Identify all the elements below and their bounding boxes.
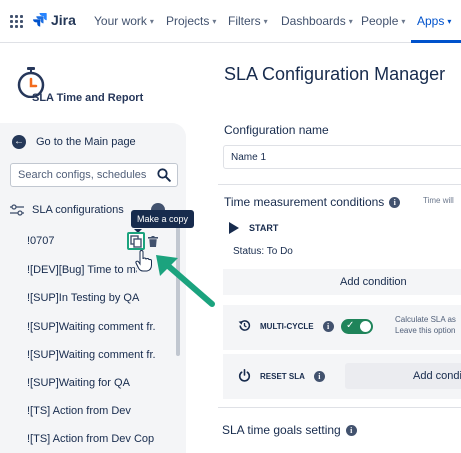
config-item[interactable]: ![DEV][Bug] Time to mark xyxy=(27,264,137,276)
nav-label: Apps xyxy=(417,14,445,28)
active-nav-indicator xyxy=(411,40,461,43)
nav-projects[interactable]: Projects ▾ xyxy=(166,14,216,28)
app-name: SLA Time and Report xyxy=(32,92,144,104)
add-condition-button[interactable]: Add condition xyxy=(340,276,407,288)
jira-logo[interactable]: Jira xyxy=(33,12,76,28)
start-label: START xyxy=(249,223,279,233)
power-icon xyxy=(238,369,251,382)
config-item[interactable]: ![SUP]Waiting comment fr... xyxy=(27,349,155,361)
check-icon: ✓ xyxy=(346,320,355,331)
nav-label: Filters xyxy=(228,14,261,28)
chevron-down-icon: ▾ xyxy=(401,16,406,26)
product-name: Jira xyxy=(51,12,76,28)
arrow-left-icon: ← xyxy=(12,135,26,149)
time-will-text: Time will xyxy=(423,196,454,205)
chevron-down-icon: ▾ xyxy=(263,16,268,26)
chevron-down-icon: ▾ xyxy=(348,16,353,26)
time-conditions-label: Time measurement conditions xyxy=(224,195,385,209)
config-item[interactable]: ![SUP]In Testing by QA xyxy=(27,292,155,304)
chevron-down-icon: ▾ xyxy=(447,16,452,26)
chevron-down-icon: ▾ xyxy=(212,16,217,26)
top-navigation: Jira Your work ▾ Projects ▾ Filters ▾ Dashb… xyxy=(0,0,461,43)
start-condition-status: Status: To Do xyxy=(233,246,293,257)
jira-icon xyxy=(33,13,47,27)
copy-icon xyxy=(130,235,142,248)
back-to-main-link[interactable]: ← Go to the Main page xyxy=(12,135,136,149)
config-item[interactable]: ![TS] Action from Dev Cop... xyxy=(27,433,155,445)
start-row[interactable]: START xyxy=(229,222,278,234)
goals-header: SLA time goals setting i xyxy=(222,423,357,437)
info-icon[interactable]: i xyxy=(389,196,401,208)
sla-configurations-header: SLA configurations xyxy=(10,204,124,216)
nav-label: Your work xyxy=(94,14,147,28)
reset-sla-row: RESET SLA i xyxy=(260,371,325,382)
config-name-label: Configuration name xyxy=(224,123,329,137)
multi-cycle-desc-line: Leave this option xyxy=(395,326,456,335)
multi-cycle-desc-line: Calculate SLA as xyxy=(395,315,456,324)
search-icon[interactable] xyxy=(157,168,171,182)
toggle-knob xyxy=(360,321,371,332)
config-item[interactable]: ![TS] Action from Dev xyxy=(27,405,155,417)
config-item[interactable]: ![SUP]Waiting comment fr... xyxy=(27,321,155,333)
info-icon[interactable]: i xyxy=(345,424,357,436)
copy-config-button[interactable] xyxy=(127,232,145,250)
trash-icon[interactable] xyxy=(148,236,158,247)
info-icon[interactable]: i xyxy=(322,321,334,332)
multi-cycle-toggle[interactable]: ✓ xyxy=(341,319,373,334)
page-title: SLA Configuration Manager xyxy=(224,64,446,84)
nav-apps[interactable]: Apps ▾ xyxy=(417,14,451,28)
history-icon xyxy=(238,320,251,331)
reset-sla-label: RESET SLA xyxy=(260,372,305,381)
arrow-pointer-icon xyxy=(156,255,215,307)
reset-add-condition-button[interactable]: Add condi xyxy=(413,370,461,382)
back-link-label: Go to the Main page xyxy=(36,136,136,148)
nav-your-work[interactable]: Your work ▾ xyxy=(94,14,154,28)
nav-people[interactable]: People ▾ xyxy=(361,14,405,28)
make-copy-tooltip: Make a copy xyxy=(131,210,195,228)
sliders-icon xyxy=(10,204,24,216)
divider xyxy=(218,407,461,408)
nav-label: People xyxy=(361,14,399,28)
app-switcher-icon[interactable] xyxy=(10,15,23,28)
config-name-field[interactable] xyxy=(223,145,461,169)
time-conditions-header: Time measurement conditions i xyxy=(224,195,401,209)
info-icon[interactable]: i xyxy=(313,371,325,382)
divider xyxy=(218,184,461,185)
config-search-input[interactable] xyxy=(11,164,151,186)
nav-dashboards[interactable]: Dashboards ▾ xyxy=(281,14,353,28)
multi-cycle-row: MULTI-CYCLE i xyxy=(260,321,334,332)
nav-label: Dashboards xyxy=(281,14,346,28)
play-icon xyxy=(229,222,239,234)
multi-cycle-label: MULTI-CYCLE xyxy=(260,322,314,331)
nav-label: Projects xyxy=(166,14,210,28)
config-item[interactable]: ![SUP]Waiting for QA xyxy=(27,377,155,389)
hand-cursor-icon xyxy=(135,250,152,272)
sla-configurations-label: SLA configurations xyxy=(32,204,124,216)
config-search-box[interactable] xyxy=(10,163,178,187)
chevron-down-icon: ▾ xyxy=(149,16,154,26)
config-name-input[interactable] xyxy=(224,146,454,168)
multi-cycle-description: Calculate SLA as Leave this option xyxy=(395,314,456,336)
goals-label: SLA time goals setting xyxy=(222,423,341,437)
nav-filters[interactable]: Filters ▾ xyxy=(228,14,268,28)
